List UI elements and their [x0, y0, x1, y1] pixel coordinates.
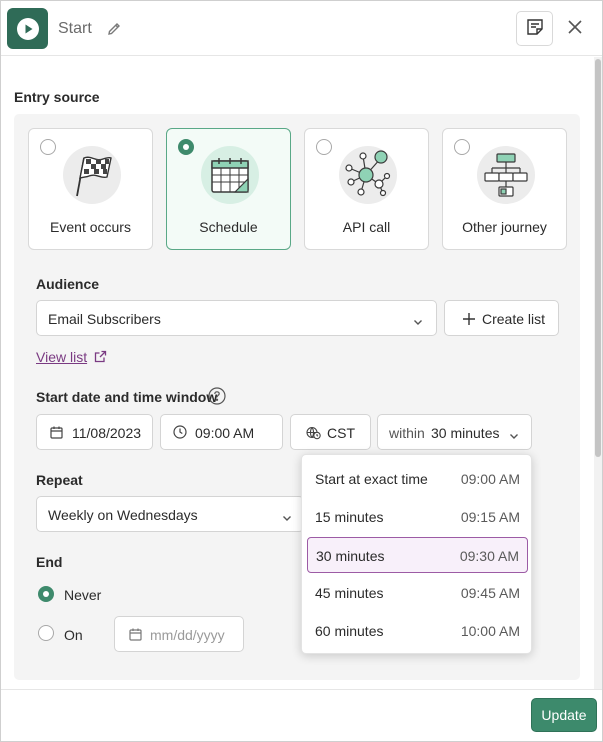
- entry-option-event-occurs[interactable]: Event occurs: [28, 128, 153, 250]
- entry-option-radio[interactable]: [40, 139, 56, 155]
- create-list-button[interactable]: Create list: [444, 300, 559, 336]
- time-window-select[interactable]: within 30 minutes: [377, 414, 532, 450]
- entry-option-label: Schedule: [199, 219, 258, 235]
- time-window-option[interactable]: 60 minutes 10:00 AM: [307, 613, 528, 649]
- end-on-label: On: [64, 627, 83, 643]
- help-icon[interactable]: [208, 387, 226, 408]
- chevron-down-icon: [282, 510, 292, 521]
- repeat-value: Weekly on Wednesdays: [48, 507, 198, 523]
- scrollbar-thumb[interactable]: [595, 59, 601, 457]
- time-window-option-selected[interactable]: 30 minutes 09:30 AM: [307, 537, 528, 573]
- pencil-icon[interactable]: [106, 21, 122, 37]
- time-window-option[interactable]: Start at exact time 09:00 AM: [307, 461, 528, 497]
- end-date-field[interactable]: mm/dd/yyyy: [114, 616, 244, 652]
- external-link-icon[interactable]: [94, 350, 107, 366]
- repeat-label: Repeat: [36, 472, 83, 488]
- chevron-down-icon: [413, 314, 423, 325]
- calendar-small-icon: [50, 426, 63, 442]
- entry-option-radio[interactable]: [316, 139, 332, 155]
- option-time: 09:45 AM: [460, 585, 520, 601]
- end-label: End: [36, 554, 63, 570]
- option-time: 09:15 AM: [460, 509, 520, 525]
- end-never-radio[interactable]: [38, 586, 54, 602]
- view-list-link[interactable]: View list: [36, 349, 87, 365]
- panel-footer: Update: [1, 689, 602, 741]
- start-date-field[interactable]: 11/08/2023: [36, 414, 153, 450]
- globe-clock-icon: [306, 425, 321, 443]
- repeat-select[interactable]: Weekly on Wednesdays: [36, 496, 304, 532]
- end-date-placeholder: mm/dd/yyyy: [150, 627, 225, 643]
- audience-select[interactable]: Email Subscribers: [36, 300, 437, 336]
- option-label: 60 minutes: [315, 623, 384, 639]
- time-window-option[interactable]: 15 minutes 09:15 AM: [307, 499, 528, 535]
- create-list-label: Create list: [482, 311, 546, 327]
- option-label: Start at exact time: [315, 471, 428, 487]
- chevron-down-icon: [509, 428, 519, 439]
- option-time: 09:30 AM: [459, 548, 519, 564]
- entry-option-radio[interactable]: [454, 139, 470, 155]
- end-on-radio[interactable]: [38, 625, 54, 641]
- clock-icon: [173, 425, 187, 442]
- option-label: 30 minutes: [316, 548, 385, 564]
- schedule-label: Start date and time window: [36, 389, 218, 405]
- entry-option-schedule[interactable]: Schedule: [166, 128, 291, 250]
- option-label: 15 minutes: [315, 509, 384, 525]
- start-node-panel: Start Entry source Event occurs Schedule…: [0, 0, 603, 742]
- option-label: 45 minutes: [315, 585, 384, 601]
- page-title: Start: [58, 20, 92, 37]
- notes-button[interactable]: [516, 11, 553, 46]
- update-button[interactable]: Update: [531, 698, 597, 732]
- entry-option-label: Other journey: [462, 219, 547, 235]
- calendar-small-icon: [129, 628, 142, 644]
- entry-option-radio[interactable]: [178, 139, 194, 155]
- time-window-value: 30 minutes: [431, 425, 500, 441]
- time-window-dropdown: Start at exact time 09:00 AM 15 minutes …: [301, 454, 532, 654]
- panel-header: Start: [1, 1, 602, 56]
- note-icon: [525, 17, 545, 40]
- play-icon: [7, 8, 48, 49]
- entry-option-label: API call: [342, 219, 391, 235]
- start-time-value: 09:00 AM: [195, 425, 255, 441]
- entry-option-label: Event occurs: [50, 219, 131, 235]
- timezone-field[interactable]: CST: [290, 414, 371, 450]
- time-window-prefix: within: [389, 425, 425, 441]
- flowchart-icon: [477, 146, 535, 204]
- scrollbar[interactable]: [594, 57, 602, 689]
- time-window-option[interactable]: 45 minutes 09:45 AM: [307, 575, 528, 611]
- plus-icon: [462, 312, 476, 329]
- close-button[interactable]: [564, 17, 586, 39]
- end-never-label: Never: [64, 587, 102, 603]
- option-time: 09:00 AM: [460, 471, 520, 487]
- start-time-field[interactable]: 09:00 AM: [160, 414, 283, 450]
- network-icon: [339, 146, 397, 204]
- close-icon: [567, 19, 583, 38]
- audience-value: Email Subscribers: [48, 311, 161, 327]
- entry-source-title: Entry source: [14, 89, 100, 105]
- timezone-value: CST: [327, 425, 355, 441]
- entry-option-other-journey[interactable]: Other journey: [442, 128, 567, 250]
- checkered-flag-icon: [63, 146, 121, 204]
- entry-option-api-call[interactable]: API call: [304, 128, 429, 250]
- calendar-icon: [201, 146, 259, 204]
- audience-label: Audience: [36, 276, 100, 292]
- start-date-value: 11/08/2023: [72, 425, 142, 441]
- option-time: 10:00 AM: [460, 623, 520, 639]
